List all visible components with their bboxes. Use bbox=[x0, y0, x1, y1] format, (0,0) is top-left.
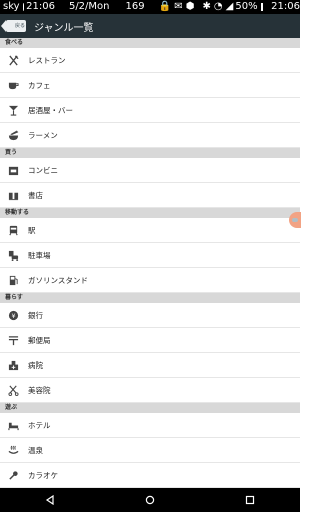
list-item-label: ガソリンスタンド bbox=[28, 275, 88, 285]
list-item-label: 銀行 bbox=[28, 310, 43, 320]
list-item-label: カフェ bbox=[28, 80, 51, 90]
hospital-icon bbox=[7, 359, 19, 371]
alarm-icon bbox=[22, 3, 25, 11]
list-item-label: 美容院 bbox=[28, 385, 51, 395]
bookstore-icon bbox=[7, 189, 19, 201]
list-item-ramen[interactable]: ラーメン bbox=[0, 123, 300, 148]
nav-home-button[interactable] bbox=[138, 488, 162, 512]
convenience-store-icon bbox=[7, 164, 19, 176]
post-office-icon bbox=[7, 334, 19, 346]
wifi-icon: ◔ bbox=[213, 1, 223, 12]
bar-icon bbox=[7, 104, 19, 116]
app-bar: 戻る ジャンル一覧 bbox=[0, 14, 300, 38]
list-item-label: 駐車場 bbox=[28, 250, 51, 260]
list-item-salon[interactable]: 美容院 bbox=[0, 378, 300, 403]
section-header-move: 移動する bbox=[0, 208, 300, 218]
list-item-parking[interactable]: 駐車場 bbox=[0, 243, 300, 268]
list-item-label: コンビニ bbox=[28, 165, 58, 175]
list-item-label: レストラン bbox=[28, 55, 66, 65]
carrier-label: sky bbox=[3, 1, 20, 12]
date-label: 5/2/Mon bbox=[68, 1, 110, 12]
back-button-label: 戻る bbox=[14, 23, 25, 29]
list-item-label: ラーメン bbox=[28, 130, 58, 140]
list-item-label: 居酒屋・バー bbox=[28, 105, 73, 115]
scroll-handle[interactable] bbox=[289, 212, 301, 228]
list-item-label: 温泉 bbox=[28, 445, 43, 455]
number-label: 169 bbox=[125, 1, 145, 12]
status-bar: sky 21:06 5/2/Mon 169 🔒 ✉ ⬢ ✱ ◔ ◢ 50% 21… bbox=[0, 0, 300, 14]
list-item-convenience-store[interactable]: コンビニ bbox=[0, 158, 300, 183]
train-icon bbox=[7, 224, 19, 236]
clock-right: 21:06 bbox=[271, 1, 300, 12]
gas-station-icon bbox=[7, 274, 19, 286]
list-item-karaoke[interactable]: カラオケ bbox=[0, 463, 300, 488]
list-item-hotel[interactable]: ホテル bbox=[0, 413, 300, 438]
hot-spring-icon bbox=[7, 444, 19, 456]
list-item-hospital[interactable]: 病院 bbox=[0, 353, 300, 378]
karaoke-icon bbox=[7, 469, 19, 481]
list-item-label: 郵便局 bbox=[28, 335, 51, 345]
list-item-label: 駅 bbox=[28, 225, 36, 235]
parking-icon bbox=[7, 249, 19, 261]
list-item-gas-station[interactable]: ガソリンスタンド bbox=[0, 268, 300, 293]
battery-icon bbox=[260, 3, 264, 11]
section-header-buy: 買う bbox=[0, 148, 300, 158]
battery-percent: 50% bbox=[235, 1, 258, 12]
list-item-bookstore[interactable]: 書店 bbox=[0, 183, 300, 208]
list-item-cafe[interactable]: カフェ bbox=[0, 73, 300, 98]
back-triangle-icon bbox=[45, 495, 54, 505]
list-item-bar[interactable]: 居酒屋・バー bbox=[0, 98, 300, 123]
navigation-bar bbox=[0, 488, 300, 512]
list-item-label: 書店 bbox=[28, 190, 43, 200]
list-item-hot-spring[interactable]: 温泉 bbox=[0, 438, 300, 463]
notification-icons: 🔒 ✉ ⬢ bbox=[158, 1, 195, 12]
list-item-label: ホテル bbox=[28, 420, 51, 430]
nav-recents-button[interactable] bbox=[238, 488, 262, 512]
list-item-bank[interactable]: ¥ 銀行 bbox=[0, 303, 300, 328]
section-header-live: 暮らす bbox=[0, 293, 300, 303]
home-circle-icon bbox=[145, 495, 155, 505]
list-item-label: カラオケ bbox=[28, 470, 58, 480]
nav-back-button[interactable] bbox=[38, 488, 62, 512]
list-item-restaurant[interactable]: レストラン bbox=[0, 48, 300, 73]
ramen-icon bbox=[7, 129, 19, 141]
signal-icon: ◢ bbox=[225, 1, 234, 12]
back-button[interactable]: 戻る bbox=[1, 20, 26, 32]
salon-icon bbox=[7, 384, 19, 396]
list-item-label: 病院 bbox=[28, 360, 43, 370]
hotel-icon bbox=[7, 419, 19, 431]
restaurant-icon bbox=[7, 54, 19, 66]
cafe-icon bbox=[7, 79, 19, 91]
svg-text:¥: ¥ bbox=[11, 311, 15, 319]
list-item-post-office[interactable]: 郵便局 bbox=[0, 328, 300, 353]
section-header-play: 遊ぶ bbox=[0, 403, 300, 413]
section-header-eat: 食べる bbox=[0, 38, 300, 48]
genre-list: 食べる レストラン カフェ 居酒屋・バー ラーメン 買う コンビニ 書店 移動す… bbox=[0, 38, 300, 488]
recents-square-icon bbox=[245, 495, 255, 505]
bluetooth-icon: ✱ bbox=[202, 1, 211, 12]
page-title: ジャンル一覧 bbox=[34, 22, 94, 34]
bank-icon: ¥ bbox=[7, 309, 19, 321]
clock-left: 21:06 bbox=[26, 1, 55, 12]
list-item-station[interactable]: 駅 bbox=[0, 218, 300, 243]
